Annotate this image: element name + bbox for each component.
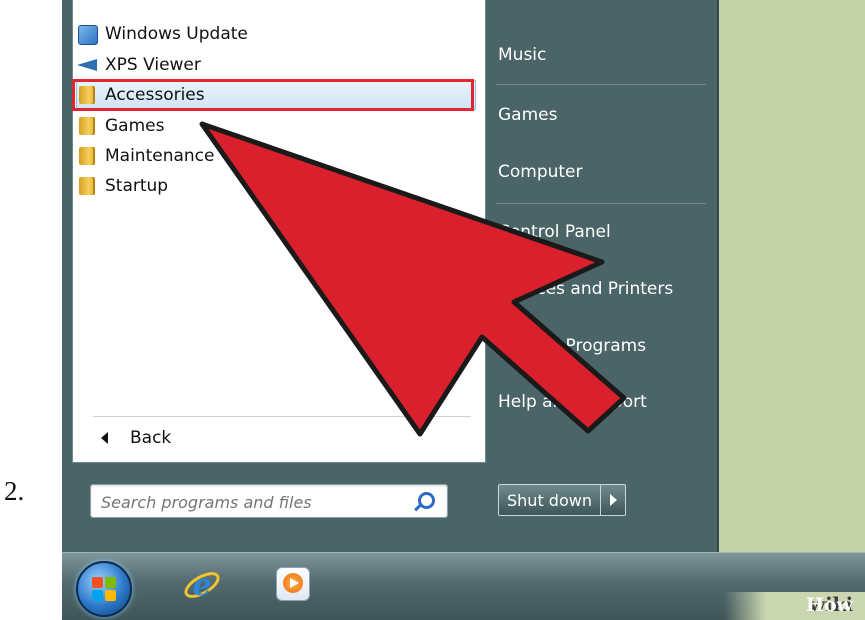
screenshot-frame: Windows Update XPS Viewer Accessories Ga… <box>62 0 865 620</box>
wikihow-watermark: wiki How <box>724 592 865 620</box>
pointer-arrow-annotation <box>199 121 627 437</box>
step-number: 2. <box>4 476 25 506</box>
